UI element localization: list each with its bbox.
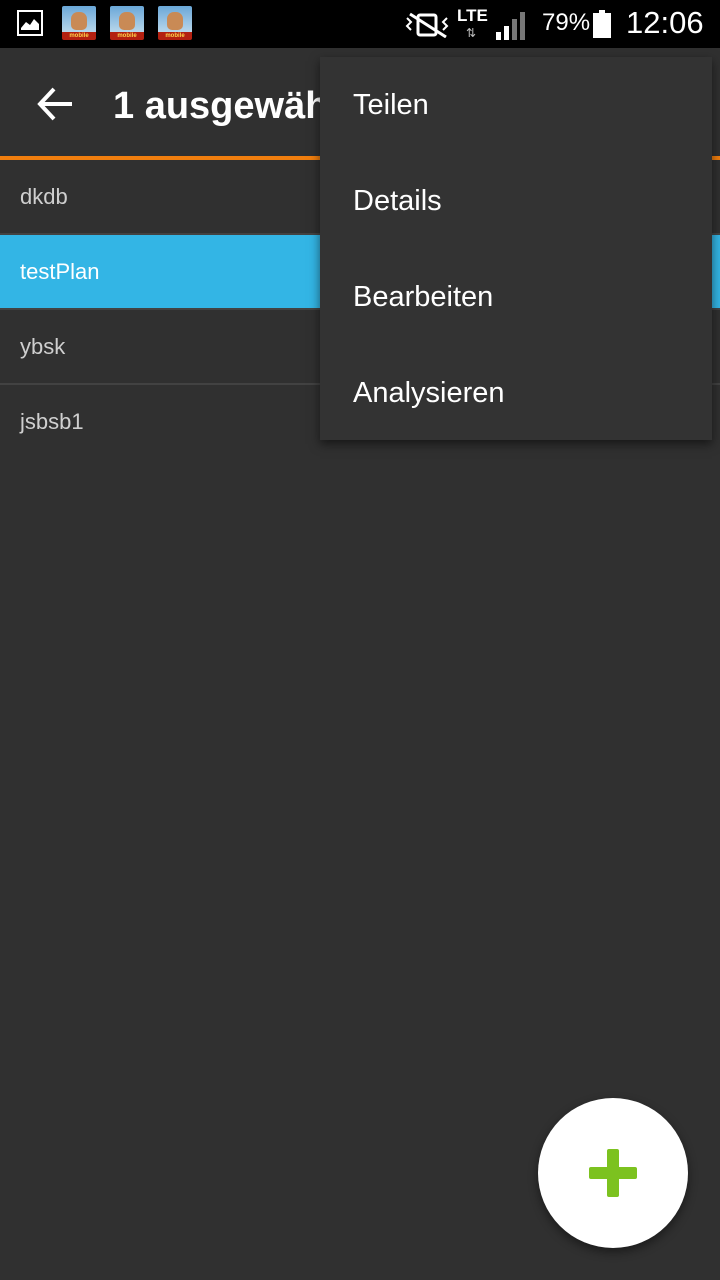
- list-item-label: testPlan: [20, 258, 100, 284]
- battery-icon: [593, 10, 611, 38]
- menu-item-details[interactable]: Details: [320, 153, 712, 249]
- plus-icon: [589, 1149, 637, 1197]
- app-icon: mobile: [110, 6, 144, 40]
- menu-item-analyze[interactable]: Analysieren: [320, 345, 712, 441]
- list-item-label: ybsk: [20, 333, 66, 359]
- vibrate-mute-icon: [404, 12, 452, 43]
- gallery-icon: [17, 10, 43, 36]
- page-title: 1 ausgewählt: [113, 85, 352, 127]
- overflow-menu: Teilen Details Bearbeiten Analysieren: [320, 57, 712, 440]
- battery-percent: 79%: [542, 9, 591, 36]
- menu-item-edit[interactable]: Bearbeiten: [320, 249, 712, 345]
- signal-icon: [494, 10, 530, 45]
- menu-item-share[interactable]: Teilen: [320, 57, 712, 153]
- clock: 12:06: [626, 5, 704, 40]
- list-item-label: jsbsb1: [20, 408, 84, 434]
- list-item-label: dkdb: [20, 183, 68, 209]
- app-icon: mobile: [62, 6, 96, 40]
- data-activity-icon: ⇅: [466, 26, 476, 40]
- back-arrow-icon[interactable]: [36, 84, 76, 124]
- add-button[interactable]: [538, 1098, 688, 1248]
- network-type: LTE: [457, 6, 488, 25]
- status-bar: mobile mobile mobile LTE ⇅ 79% 12:06: [0, 0, 720, 48]
- app-icon: mobile: [158, 6, 192, 40]
